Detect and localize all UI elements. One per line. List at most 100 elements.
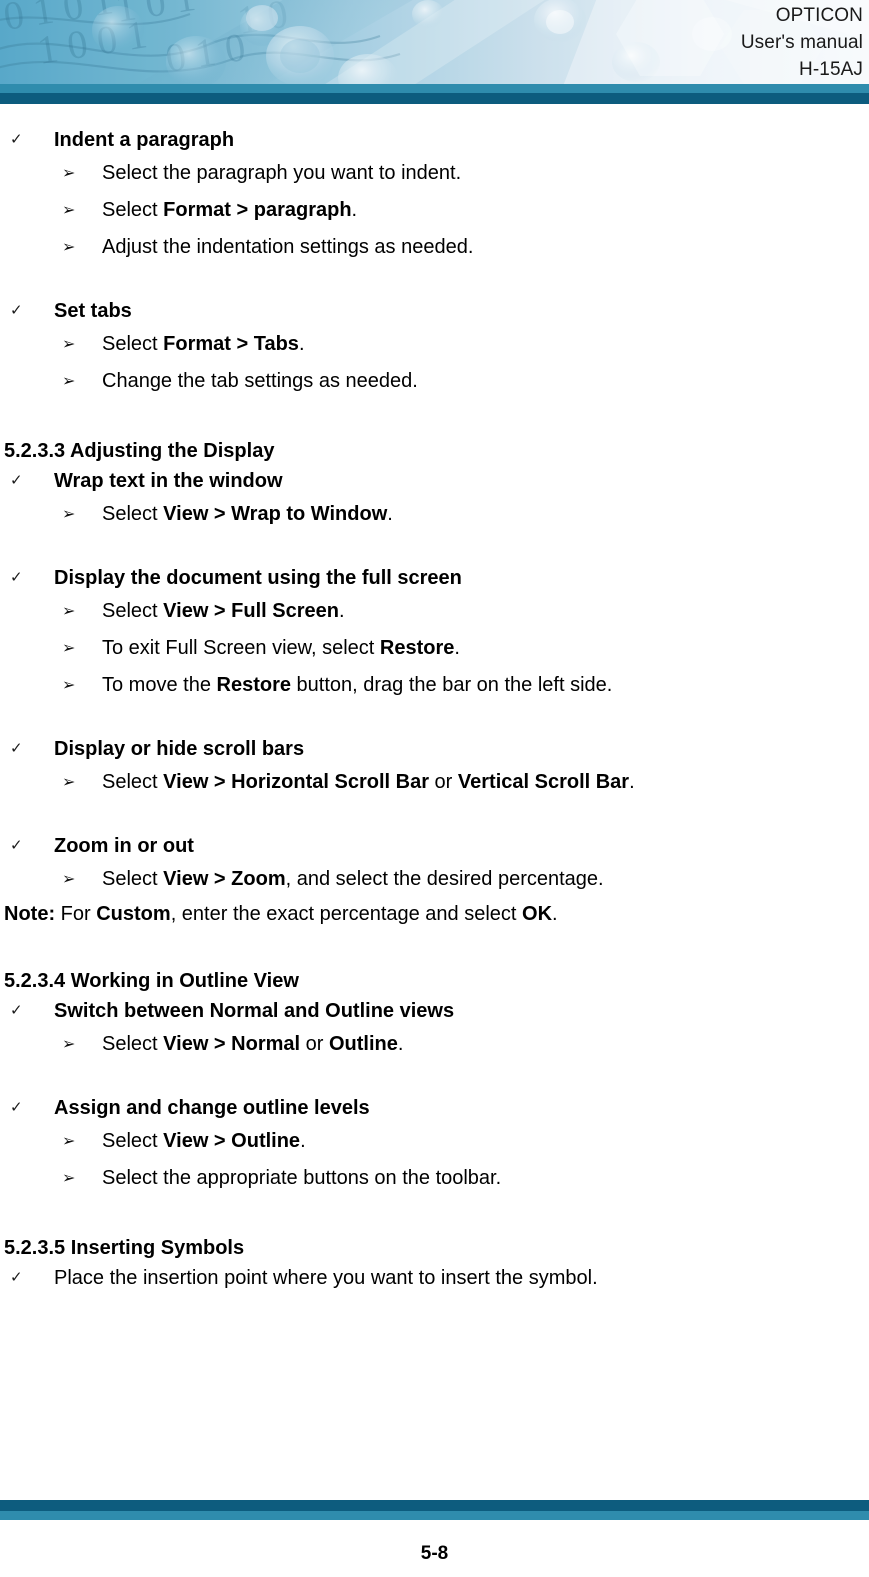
check-bullet-icon: ✓ (10, 1002, 23, 1019)
list-item-text-tail: . (629, 771, 635, 793)
arrow-bullet-icon: ➢ (62, 640, 76, 657)
list-item: ➢ Select View > Normal or Outline. (4, 1026, 861, 1063)
list-item: ➢ Change the tab settings as needed. (4, 363, 861, 400)
emphasis-outline: Outline (328, 1033, 398, 1055)
list-item-text: Select (102, 503, 164, 525)
list-item-text-tail: . (300, 1130, 306, 1152)
list-item-heading: ✓ Switch between Normal and Outline view… (4, 996, 861, 1026)
check-bullet-icon: ✓ (10, 472, 23, 489)
list-item: ➢ Select View > Wrap to Window. (4, 496, 861, 533)
arrow-bullet-icon: ➢ (62, 239, 76, 256)
list-item: ➢ Select Format > Tabs. (4, 326, 861, 363)
list-item-label: Indent a paragraph (54, 129, 235, 151)
list-item-label: Switch between Normal and Outline views (54, 1000, 455, 1022)
emphasis-menu-path: View > Normal (163, 1033, 301, 1055)
list-item: ➢ Select View > Full Screen. (4, 593, 861, 630)
emphasis-menu-path: View > Wrap to Window (163, 503, 388, 525)
emphasis-menu-path: View > Outline (163, 1130, 301, 1152)
list-item-heading: ✓ Assign and change outline levels (4, 1093, 861, 1123)
list-item-text: Adjust the indentation settings as neede… (102, 236, 474, 258)
emphasis-menu-path-alt: Vertical Scroll Bar (457, 771, 630, 793)
note-text-tail: . (552, 903, 558, 925)
list-item-label: Display the document using the full scre… (54, 567, 462, 589)
list-item-heading: ✓ Display or hide scroll bars (4, 734, 861, 764)
header-title-block: OPTICON User's manual H-15AJ (443, 0, 863, 83)
header-accent-bar-light (0, 84, 869, 93)
list-item-label: Assign and change outline levels (54, 1097, 370, 1119)
section-heading: 5.2.3.5 Inserting Symbols (4, 1237, 245, 1259)
list-item-heading: ✓ Zoom in or out (4, 831, 861, 861)
list-item: ➢ Select the appropriate buttons on the … (4, 1160, 861, 1197)
list-item-heading: ✓ Display the document using the full sc… (4, 563, 861, 593)
list-item-text: To move the (102, 674, 217, 696)
brand-name: OPTICON (775, 5, 863, 26)
arrow-bullet-icon: ➢ (62, 1170, 76, 1187)
emphasis-menu-path: Format > Tabs (163, 333, 299, 355)
check-bullet-icon: ✓ (10, 837, 23, 854)
list-item-text-tail: , and select the desired percentage. (285, 868, 604, 890)
list-item: ➢ Select Format > paragraph. (4, 192, 861, 229)
check-bullet-icon: ✓ (10, 1099, 23, 1116)
note-text-mid: , enter the exact percentage and select (170, 903, 523, 925)
list-item: ➢ Select View > Zoom, and select the des… (4, 861, 861, 898)
list-item-text: Select (102, 1130, 164, 1152)
list-item: ➢ Adjust the indentation settings as nee… (4, 229, 861, 266)
emphasis-ok: OK (522, 903, 553, 925)
list-item-text-tail: . (298, 333, 305, 355)
list-item-heading: ✓ Wrap text in the window (4, 466, 861, 496)
list-item: ➢ To exit Full Screen view, select Resto… (4, 630, 861, 667)
arrow-bullet-icon: ➢ (62, 774, 76, 791)
manual-page: { "header": { "brand": "OPTICON", "doc_t… (0, 0, 869, 1577)
arrow-bullet-icon: ➢ (62, 506, 76, 523)
list-item-text: Select (102, 868, 164, 890)
footer-accent-bar-light (0, 1511, 869, 1520)
arrow-bullet-icon: ➢ (62, 871, 76, 888)
arrow-bullet-icon: ➢ (62, 336, 76, 353)
emphasis-restore: Restore (216, 674, 291, 696)
list-item-heading: ✓ Indent a paragraph (4, 125, 861, 155)
arrow-bullet-icon: ➢ (62, 1133, 76, 1150)
emphasis-restore: Restore (379, 637, 455, 659)
list-item-text: Place the insertion point where you want… (54, 1267, 598, 1289)
arrow-bullet-icon: ➢ (62, 1036, 76, 1053)
list-item-text: Select (102, 199, 164, 221)
list-item-text-tail: . (338, 600, 345, 622)
page-content: ✓ Indent a paragraph ➢ Select the paragr… (0, 103, 869, 1293)
list-item-text-tail: . (351, 199, 358, 221)
check-bullet-icon: ✓ (10, 302, 23, 319)
list-item-text: Select (102, 333, 164, 355)
list-item-text: Select (102, 600, 164, 622)
document-type: User's manual (740, 32, 863, 53)
list-item-label: Wrap text in the window (54, 470, 283, 492)
check-bullet-icon: ✓ (10, 569, 23, 586)
list-item: ➢ Select the paragraph you want to inden… (4, 155, 861, 192)
arrow-bullet-icon: ➢ (62, 677, 76, 694)
list-item-text-tail: . (397, 1033, 404, 1055)
emphasis-menu-path: View > Horizontal Scroll Bar (163, 771, 429, 793)
list-item: ➢ To move the Restore button, drag the b… (4, 667, 861, 704)
section-heading: 5.2.3.3 Adjusting the Display (4, 440, 275, 462)
list-item-text-tail: button, drag the bar on the left side. (291, 674, 613, 696)
section-heading: 5.2.3.4 Working in Outline View (4, 970, 299, 992)
list-item-text-tail: . (454, 637, 460, 659)
note-text: For (55, 903, 97, 925)
list-item: ➢ Select View > Horizontal Scroll Bar or… (4, 764, 861, 801)
list-item-text-mid: or (300, 1033, 329, 1055)
list-item-label: Display or hide scroll bars (54, 738, 305, 760)
arrow-bullet-icon: ➢ (62, 373, 76, 390)
page-header: 0 1 0 1 1 0 1 1 0 0 1 0 1 0 1 0 (0, 0, 869, 104)
list-item-text: Select (102, 771, 164, 793)
emphasis-menu-path: Format > paragraph (163, 199, 352, 221)
list-item-text: Select the appropriate buttons on the to… (102, 1167, 502, 1189)
list-item-label: Zoom in or out (54, 835, 194, 857)
footer-accent-bar-dark (0, 1500, 869, 1511)
list-item-text: Select the paragraph you want to indent. (102, 162, 462, 184)
emphasis-menu-path: View > Zoom (163, 868, 286, 890)
list-item-text: Select (102, 1033, 164, 1055)
